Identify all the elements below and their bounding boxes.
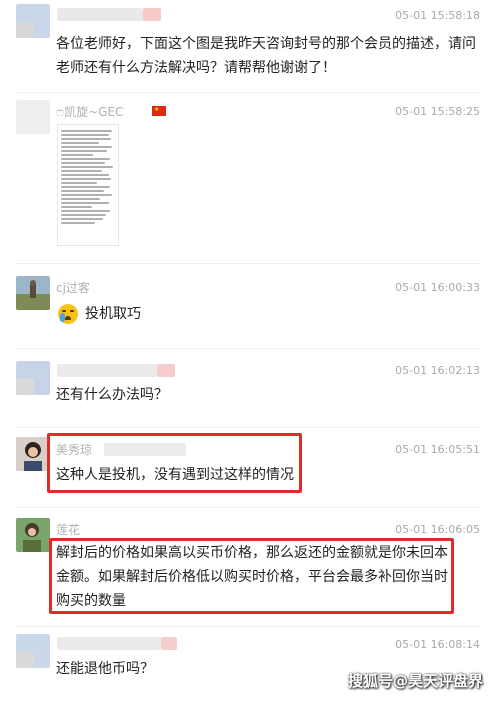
watermark: 搜狐号@昊天评盘界 — [347, 672, 483, 690]
message-time: 05-01 16:00:33 — [395, 281, 480, 294]
message-time: 05-01 16:02:13 — [395, 364, 480, 377]
sender-name-blurred — [57, 637, 161, 650]
message-text: 这种人是投机，没有遇到过这样的情况 — [56, 467, 294, 483]
avatar[interactable] — [16, 276, 50, 310]
sender-name: ෆ凯旋~GEC — [56, 105, 124, 119]
avatar[interactable] — [16, 518, 50, 552]
message-time: 05-01 15:58:25 — [395, 105, 480, 118]
message-time: 05-01 16:08:14 — [395, 638, 480, 651]
message-text: 投机取巧 — [85, 306, 141, 322]
message-time: 05-01 15:58:18 — [395, 9, 480, 22]
image-attachment[interactable] — [57, 124, 119, 246]
avatar[interactable] — [16, 100, 50, 134]
message-time: 05-01 16:05:51 — [395, 443, 480, 456]
avatar[interactable] — [16, 437, 50, 471]
message-text: 解封后的价格如果高以买币价格，那么返还的金额就是你未回本金额。如果解封后价格低以… — [56, 545, 448, 609]
sender-name-blurred — [57, 8, 143, 21]
message-text: 还有什么办法吗？ — [56, 387, 168, 403]
message-text: 各位老师好，下面这个图是我昨天咨询封号的那个会员的描述，请问老师还有什么方法解决… — [56, 36, 476, 76]
avatar[interactable] — [16, 4, 50, 38]
message-time: 05-01 16:06:05 — [395, 523, 480, 536]
message-text: 还能退他币吗？ — [56, 661, 154, 677]
avatar[interactable] — [16, 361, 50, 395]
sender-name: 莲花 — [56, 523, 81, 537]
sender-name-blurred — [57, 364, 157, 377]
avatar[interactable] — [16, 634, 50, 668]
sender-name: cj过客 — [56, 281, 90, 295]
china-flag-icon: ★ — [152, 106, 166, 116]
crying-face-icon — [58, 304, 78, 324]
